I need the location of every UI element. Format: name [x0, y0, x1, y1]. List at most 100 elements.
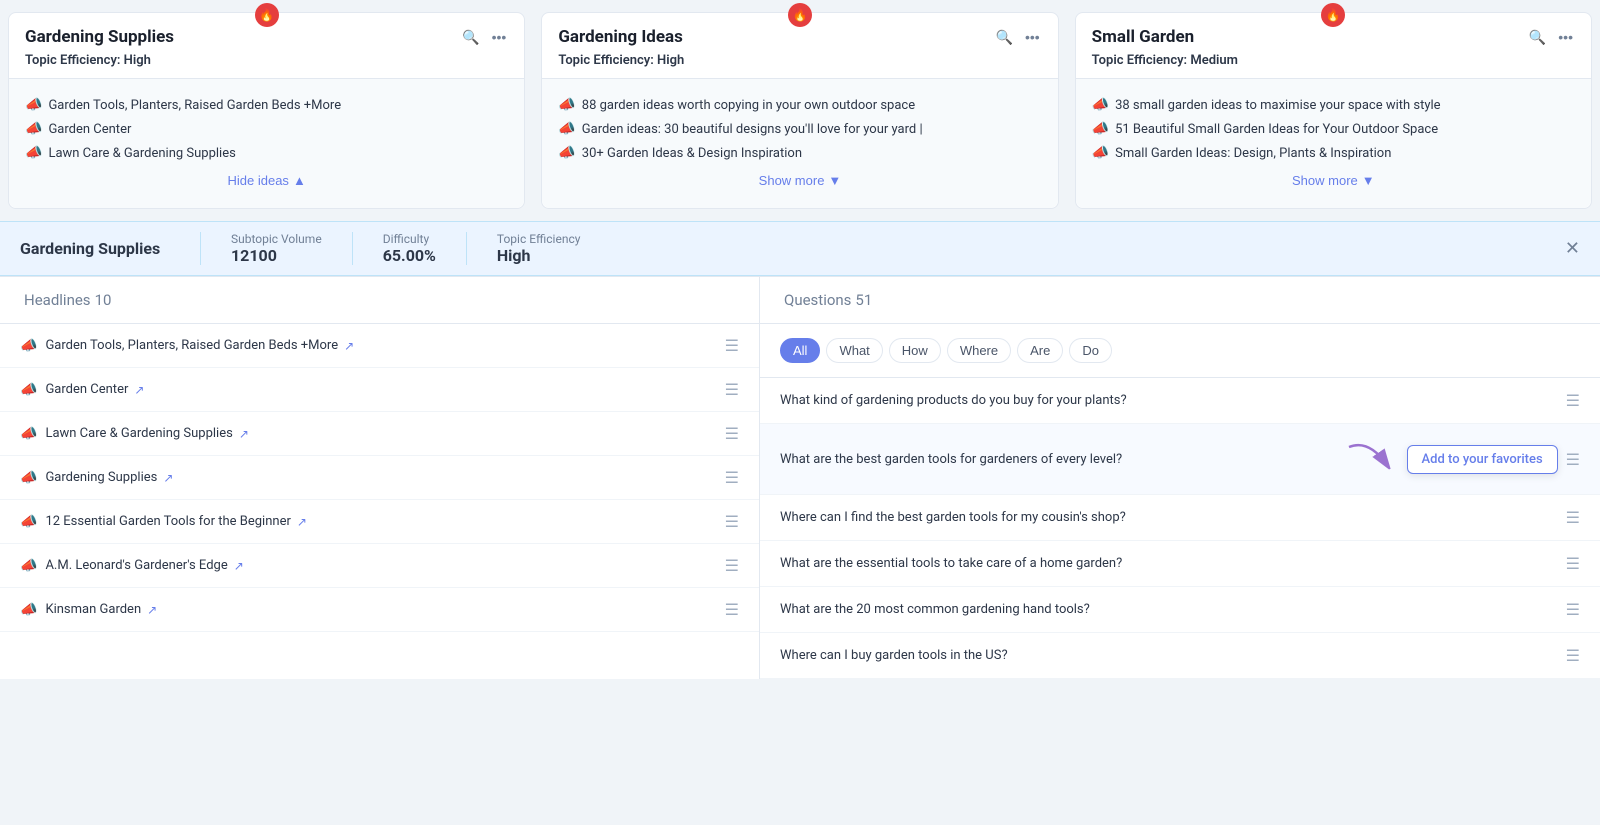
question-row: What are the 20 most common gardening ha… — [760, 587, 1600, 633]
stats-bar: Gardening Supplies Subtopic Volume 12100… — [0, 221, 1600, 276]
list-item: 📣Lawn Care & Gardening Supplies — [25, 141, 508, 165]
questions-panel-header: Questions51 — [760, 277, 1600, 324]
stats-bar-title: Gardening Supplies — [20, 239, 200, 258]
show-more-button-2[interactable]: Show more ▼ — [759, 173, 842, 188]
search-button-1[interactable]: 🔍 — [460, 28, 481, 46]
list-item: 📣51 Beautiful Small Garden Ideas for You… — [1092, 117, 1575, 141]
question-action-icon[interactable]: ☰ — [1566, 450, 1580, 469]
card-subtitle-2: Topic Efficiency: High — [542, 53, 1057, 78]
show-more-button-3[interactable]: Show more ▼ — [1292, 173, 1375, 188]
filter-tab-where[interactable]: Where — [947, 338, 1011, 363]
list-action-icon[interactable]: ☰ — [725, 512, 739, 531]
list-item: 📣Garden ideas: 30 beautiful designs you'… — [558, 117, 1041, 141]
megaphone-icon: 📣 — [20, 602, 37, 618]
fire-badge-2: 🔥 — [788, 3, 812, 27]
list-item: 📣38 small garden ideas to maximise your … — [1092, 93, 1575, 117]
question-row: What are the essential tools to take car… — [760, 541, 1600, 587]
hide-ideas-button[interactable]: Hide ideas ▲ — [228, 173, 306, 188]
card-header-actions-1: 🔍 ••• — [460, 28, 508, 46]
card-title-1: Gardening Supplies — [25, 27, 174, 47]
stat-item-difficulty: Difficulty 65.00% — [352, 232, 466, 265]
list-action-icon[interactable]: ☰ — [725, 380, 739, 399]
search-button-3[interactable]: 🔍 — [1527, 28, 1548, 46]
question-action-icon[interactable]: ☰ — [1566, 646, 1580, 665]
more-button-2[interactable]: ••• — [1023, 28, 1042, 46]
headline-row: 📣 Lawn Care & Gardening Supplies ↗ ☰ — [0, 412, 759, 456]
list-action-icon[interactable]: ☰ — [725, 424, 739, 443]
external-link-icon[interactable]: ↗ — [239, 427, 249, 441]
card-body-2: 📣88 garden ideas worth copying in your o… — [542, 78, 1057, 208]
megaphone-icon: 📣 — [1092, 145, 1109, 161]
megaphone-icon: 📣 — [558, 97, 575, 113]
headline-text: A.M. Leonard's Gardener's Edge ↗ — [45, 558, 716, 573]
question-text: What are the 20 most common gardening ha… — [780, 602, 1558, 617]
stats-bar-close-button[interactable]: ✕ — [1565, 238, 1580, 259]
headline-row: 📣 Garden Center ↗ ☰ — [0, 368, 759, 412]
megaphone-icon: 📣 — [1092, 121, 1109, 137]
list-action-icon[interactable]: ☰ — [725, 336, 739, 355]
more-button-3[interactable]: ••• — [1556, 28, 1575, 46]
question-text: What are the best garden tools for garde… — [780, 452, 1331, 467]
filter-tab-are[interactable]: Are — [1017, 338, 1063, 363]
megaphone-icon: 📣 — [20, 558, 37, 574]
stat-value-volume: 12100 — [231, 246, 322, 265]
card-small-garden: 🔥 Small Garden 🔍 ••• Topic Efficiency: M… — [1075, 12, 1592, 209]
stat-label-volume: Subtopic Volume — [231, 232, 322, 246]
more-button-1[interactable]: ••• — [490, 28, 509, 46]
question-row: What are the best garden tools for garde… — [760, 424, 1600, 495]
question-text: Where can I buy garden tools in the US? — [780, 648, 1558, 663]
add-to-favorites-tooltip[interactable]: Add to your favorites — [1407, 445, 1558, 474]
external-link-icon[interactable]: ↗ — [147, 603, 157, 617]
card-title-3: Small Garden — [1092, 27, 1195, 47]
questions-panel: Questions51 AllWhat HowWhereAreDo What ki… — [760, 277, 1600, 679]
list-item: 📣Garden Center — [25, 117, 508, 141]
question-action-icon[interactable]: ☰ — [1566, 554, 1580, 573]
megaphone-icon: 📣 — [25, 121, 42, 137]
question-row: Where can I buy garden tools in the US? … — [760, 633, 1600, 679]
card-footer-1: Hide ideas ▲ — [25, 165, 508, 198]
card-subtitle-1: Topic Efficiency: High — [9, 53, 524, 78]
question-text: Where can I find the best garden tools f… — [780, 510, 1558, 525]
fire-badge-3: 🔥 — [1321, 3, 1345, 27]
list-item: 📣88 garden ideas worth copying in your o… — [558, 93, 1041, 117]
filter-tab-how[interactable]: How — [889, 338, 941, 363]
headlines-list: 📣 Garden Tools, Planters, Raised Garden … — [0, 324, 759, 632]
card-body-3: 📣38 small garden ideas to maximise your … — [1076, 78, 1591, 208]
headlines-panel-header: Headlines10 — [0, 277, 759, 324]
external-link-icon[interactable]: ↗ — [344, 339, 354, 353]
filter-tab-do[interactable]: Do — [1069, 338, 1112, 363]
list-item: 📣30+ Garden Ideas & Design Inspiration — [558, 141, 1041, 165]
questions-list: What kind of gardening products do you b… — [760, 378, 1600, 679]
list-action-icon[interactable]: ☰ — [725, 600, 739, 619]
stat-item-volume: Subtopic Volume 12100 — [200, 232, 352, 265]
external-link-icon[interactable]: ↗ — [163, 471, 173, 485]
external-link-icon[interactable]: ↗ — [134, 383, 144, 397]
filter-tab-what[interactable]: What — [826, 338, 882, 363]
question-action-icon[interactable]: ☰ — [1566, 508, 1580, 527]
card-header-actions-3: 🔍 ••• — [1527, 28, 1575, 46]
card-subtitle-3: Topic Efficiency: Medium — [1076, 53, 1591, 78]
external-link-icon[interactable]: ↗ — [234, 559, 244, 573]
question-action-icon[interactable]: ☰ — [1566, 600, 1580, 619]
filter-tab-all[interactable]: All — [780, 338, 820, 363]
megaphone-icon: 📣 — [558, 121, 575, 137]
card-body-1: 📣Garden Tools, Planters, Raised Garden B… — [9, 78, 524, 208]
megaphone-icon: 📣 — [20, 382, 37, 398]
list-action-icon[interactable]: ☰ — [725, 468, 739, 487]
tooltip-container: Add to your favorites ☰ — [1339, 437, 1580, 481]
card-gardening-supplies: 🔥 Gardening Supplies 🔍 ••• Topic Efficie… — [8, 12, 525, 209]
megaphone-icon: 📣 — [20, 514, 37, 530]
card-footer-3: Show more ▼ — [1092, 165, 1575, 198]
search-button-2[interactable]: 🔍 — [994, 28, 1015, 46]
question-action-icon[interactable]: ☰ — [1566, 391, 1580, 410]
list-action-icon[interactable]: ☰ — [725, 556, 739, 575]
arrow-indicator — [1339, 437, 1399, 477]
card-gardening-ideas: 🔥 Gardening Ideas 🔍 ••• Topic Efficiency… — [541, 12, 1058, 209]
headlines-panel: Headlines10 📣 Garden Tools, Planters, Ra… — [0, 277, 760, 679]
headline-text: Garden Tools, Planters, Raised Garden Be… — [45, 338, 716, 353]
headline-text: Lawn Care & Gardening Supplies ↗ — [45, 426, 716, 441]
megaphone-icon: 📣 — [1092, 97, 1109, 113]
headline-row: 📣 A.M. Leonard's Gardener's Edge ↗ ☰ — [0, 544, 759, 588]
card-header-actions-2: 🔍 ••• — [994, 28, 1042, 46]
external-link-icon[interactable]: ↗ — [297, 515, 307, 529]
